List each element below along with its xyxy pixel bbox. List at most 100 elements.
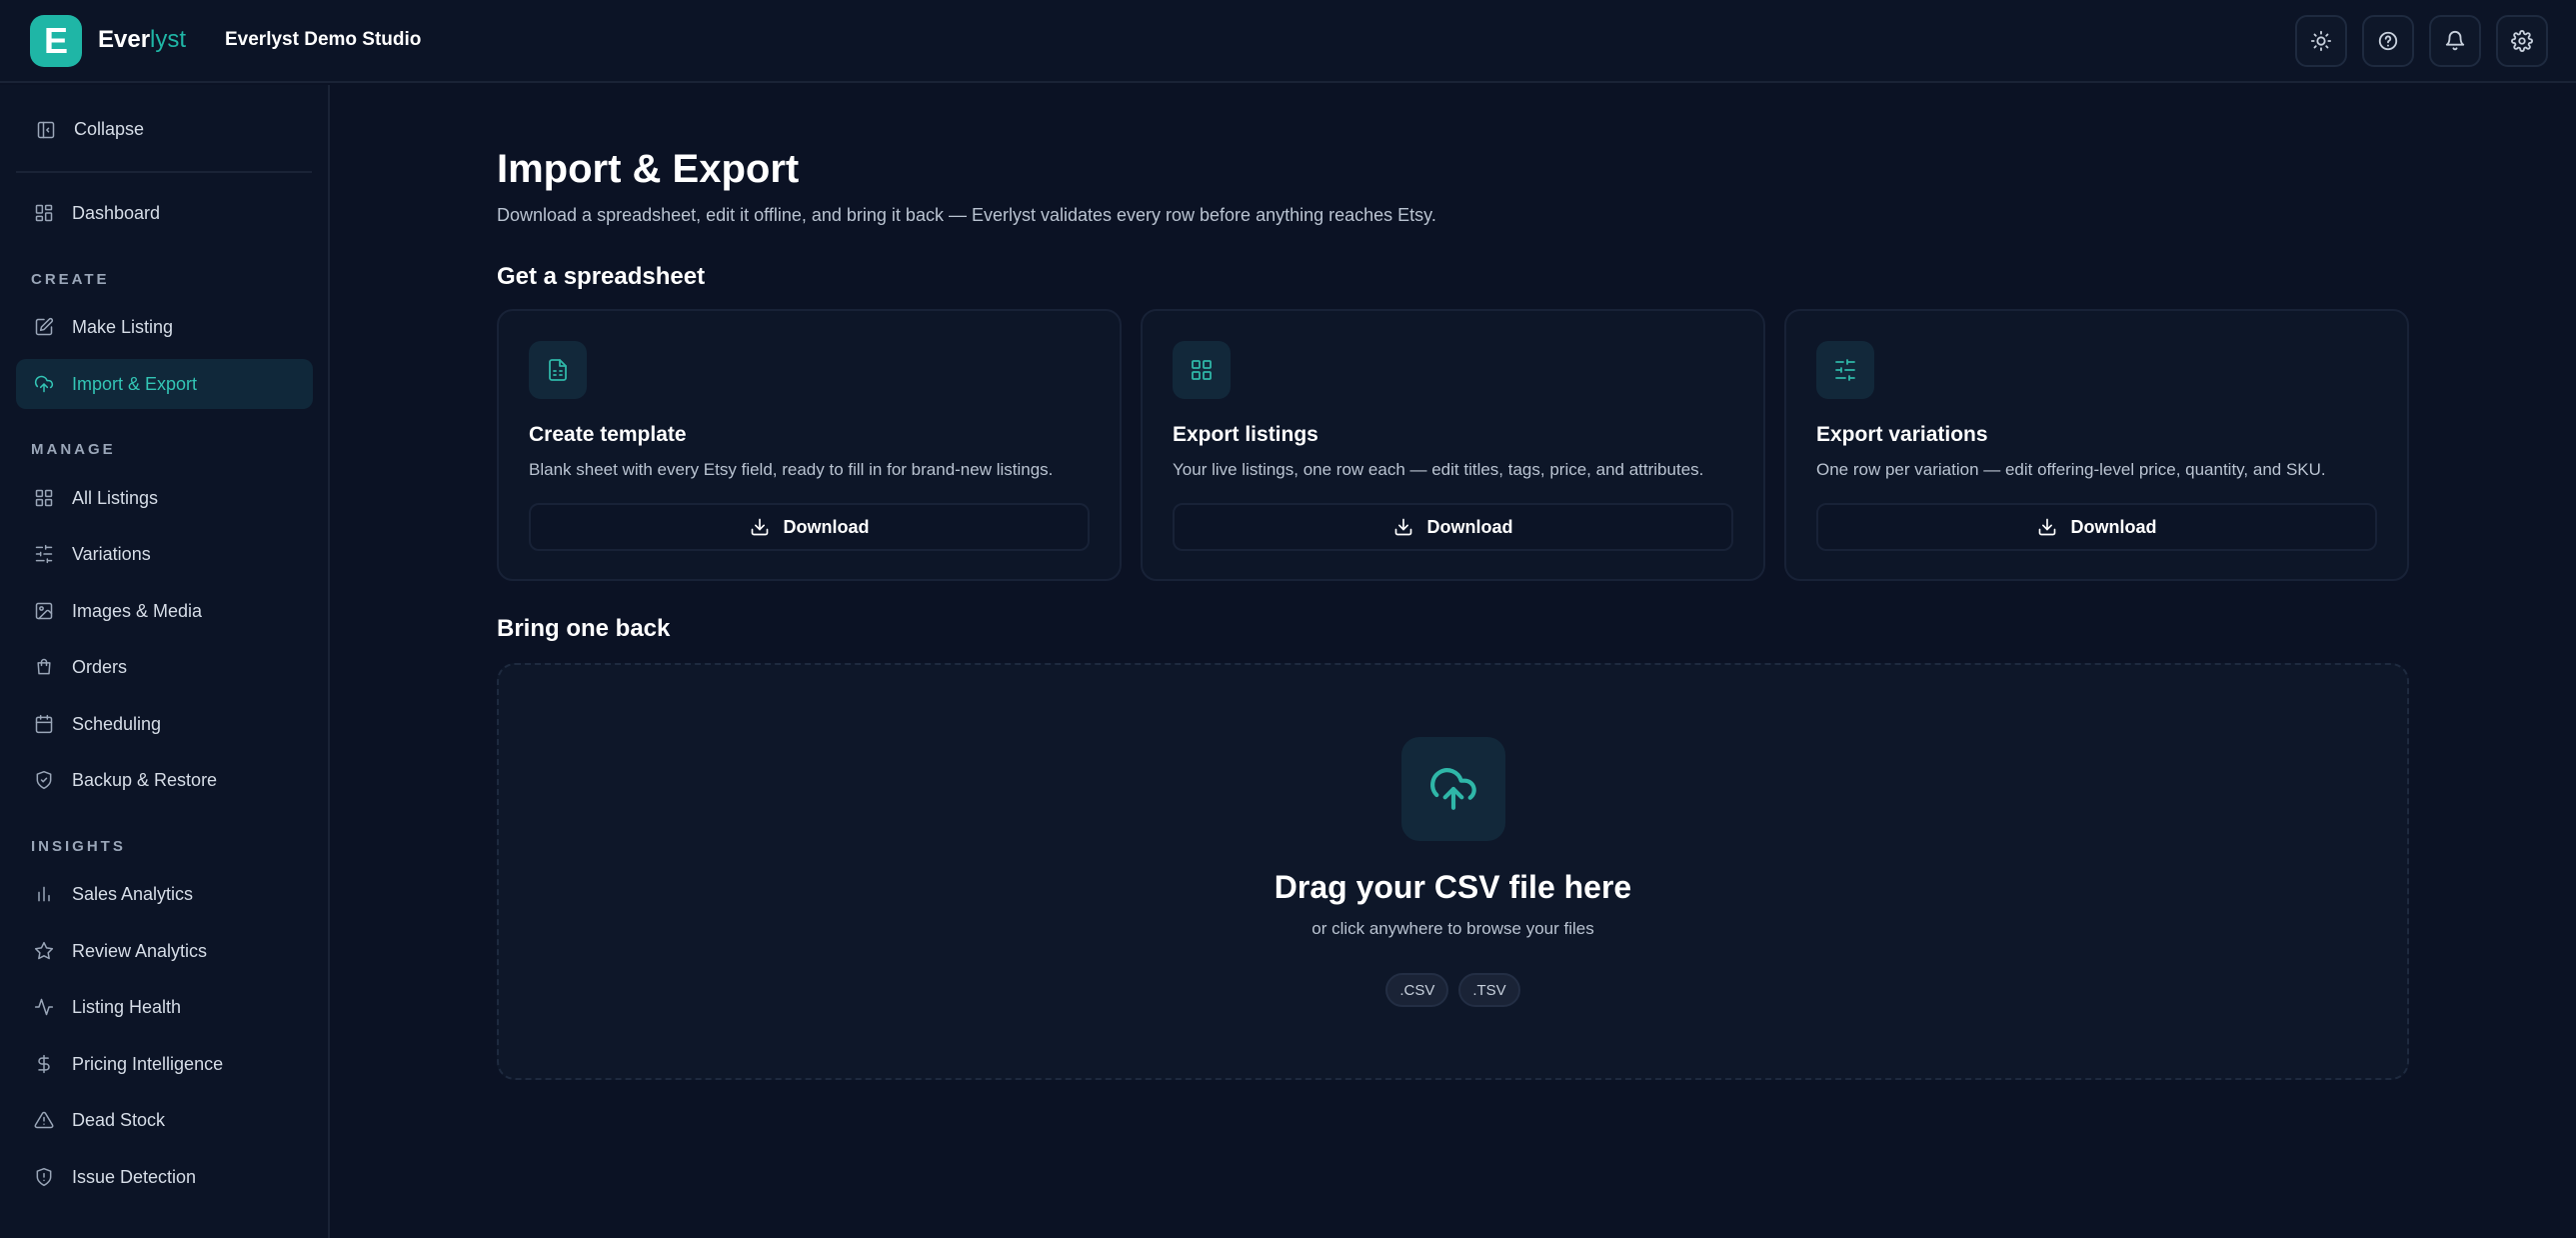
sidebar-item-label: Variations (72, 543, 151, 564)
download-icon (1394, 518, 1411, 536)
sidebar-item-all-listings[interactable]: All Listings (16, 473, 313, 523)
dashboard-icon (35, 204, 53, 222)
card-title: Export variations (1816, 423, 1988, 446)
sidebar-item-pricing-intelligence[interactable]: Pricing Intelligence (16, 1039, 313, 1089)
bell-icon (2445, 31, 2465, 51)
settings-button[interactable] (2496, 15, 2548, 67)
sidebar-item-label: Sales Analytics (72, 883, 194, 904)
sidebar-item-label: Make Listing (72, 316, 174, 337)
sidebar-item-label: Listing Health (72, 996, 182, 1017)
sidebar-item-label: Review Analytics (72, 940, 208, 961)
theme-toggle-button[interactable] (2295, 15, 2347, 67)
sidebar-item-label: Issue Detection (72, 1166, 197, 1187)
image-icon (35, 602, 53, 620)
card-title: Create template (529, 423, 687, 446)
collapse-label: Collapse (74, 119, 145, 139)
gear-icon (2511, 30, 2533, 52)
format-chip-csv: .CSV (1385, 973, 1449, 1007)
sidebar-item-label: Pricing Intelligence (72, 1053, 224, 1074)
sidebar: Collapse Dashboard CREATE Make Listing I… (0, 85, 330, 1238)
bring-back-title: Bring one back (497, 615, 671, 642)
sidebar-item-label: Backup & Restore (72, 769, 218, 790)
sidebar-item-label: All Listings (72, 487, 159, 508)
sidebar-item-import-export[interactable]: Import & Export (16, 359, 313, 409)
sidebar-item-label: Orders (72, 656, 128, 677)
grid-icon (35, 489, 53, 507)
card-icon-box (1816, 341, 1874, 399)
upload-icon-box (1401, 737, 1505, 841)
collapse-icon (37, 121, 55, 138)
brand-main: Ever (98, 26, 151, 53)
section-label-create: CREATE (31, 271, 110, 288)
download-template-button[interactable]: Download (529, 503, 1090, 551)
card-description: Your live listings, one row each — edit … (1173, 460, 1704, 479)
top-actions (2295, 15, 2548, 67)
sidebar-item-label: Scheduling (72, 713, 162, 734)
card-icon-box (529, 341, 587, 399)
format-chips: .CSV .TSV (499, 973, 2407, 1007)
card-description: Blank sheet with every Etsy field, ready… (529, 460, 1054, 479)
button-label: Download (2070, 516, 2157, 537)
sidebar-item-label: Dead Stock (72, 1109, 166, 1130)
shield-alert-icon (36, 1167, 52, 1187)
format-chip-tsv: .TSV (1458, 973, 1520, 1007)
sliders-icon (35, 544, 53, 564)
sidebar-item-listing-health[interactable]: Listing Health (16, 982, 313, 1032)
sun-icon (2310, 30, 2332, 52)
help-button[interactable] (2362, 15, 2414, 67)
section-label-insights: INSIGHTS (31, 838, 126, 855)
create-template-card: Create template Blank sheet with every E… (497, 309, 1122, 581)
sidebar-item-variations[interactable]: Variations (16, 529, 313, 579)
card-description: One row per variation — edit offering-le… (1816, 460, 2326, 479)
sidebar-item-issue-detection[interactable]: Issue Detection (16, 1152, 313, 1202)
main-content: Import & Export Download a spreadsheet, … (332, 85, 2576, 1238)
warning-icon (34, 1111, 54, 1129)
csv-dropzone[interactable]: Drag your CSV file here or click anywher… (497, 663, 2409, 1080)
shield-check-icon (36, 770, 52, 790)
get-spreadsheet-title: Get a spreadsheet (497, 263, 706, 290)
dropzone-title: Drag your CSV file here (1274, 869, 1632, 905)
calendar-icon (35, 714, 53, 734)
button-label: Download (783, 516, 870, 537)
notifications-button[interactable] (2429, 15, 2481, 67)
sidebar-item-label: Images & Media (72, 600, 203, 621)
sidebar-item-backup-restore[interactable]: Backup & Restore (16, 755, 313, 805)
sidebar-item-sales-analytics[interactable]: Sales Analytics (16, 869, 313, 919)
collapse-button[interactable]: Collapse (36, 119, 144, 140)
page-subtitle: Download a spreadsheet, edit it offline,… (497, 205, 1436, 225)
download-icon (751, 518, 768, 536)
export-listings-card: Export listings Your live listings, one … (1141, 309, 1765, 581)
card-title: Export listings (1173, 423, 1318, 446)
star-icon (34, 941, 54, 960)
brand-name: Everlyst (98, 26, 186, 54)
sliders-icon (1835, 359, 1855, 381)
brand-accent: lyst (150, 26, 187, 53)
sidebar-item-images-media[interactable]: Images & Media (16, 586, 313, 636)
sidebar-item-review-analytics[interactable]: Review Analytics (16, 926, 313, 976)
section-label-manage: MANAGE (31, 441, 116, 458)
cloud-upload-icon (34, 375, 54, 393)
export-variations-card: Export variations One row per variation … (1784, 309, 2409, 581)
logo[interactable]: E (30, 15, 82, 67)
activity-icon (34, 998, 54, 1016)
logo-letter: E (43, 20, 68, 61)
sidebar-item-label: Import & Export (72, 373, 198, 394)
card-icon-box (1173, 341, 1231, 399)
button-label: Download (1426, 516, 1513, 537)
download-listings-button[interactable]: Download (1173, 503, 1733, 551)
sidebar-item-make-listing[interactable]: Make Listing (16, 302, 313, 352)
top-bar: E Everlyst Everlyst Demo Studio (0, 0, 2576, 83)
studio-name[interactable]: Everlyst Demo Studio (225, 29, 421, 51)
bar-chart-icon (38, 886, 50, 902)
sidebar-item-dashboard[interactable]: Dashboard (16, 188, 313, 238)
dropzone-subtitle: or click anywhere to browse your files (1311, 919, 1594, 938)
sidebar-item-dead-stock[interactable]: Dead Stock (16, 1095, 313, 1145)
download-icon (2038, 518, 2055, 536)
sidebar-item-orders[interactable]: Orders (16, 642, 313, 692)
edit-icon (35, 317, 54, 336)
cloud-upload-icon (1430, 768, 1476, 810)
sidebar-divider (16, 171, 312, 173)
download-variations-button[interactable]: Download (1816, 503, 2377, 551)
sidebar-item-scheduling[interactable]: Scheduling (16, 699, 313, 749)
help-icon (2378, 31, 2398, 51)
